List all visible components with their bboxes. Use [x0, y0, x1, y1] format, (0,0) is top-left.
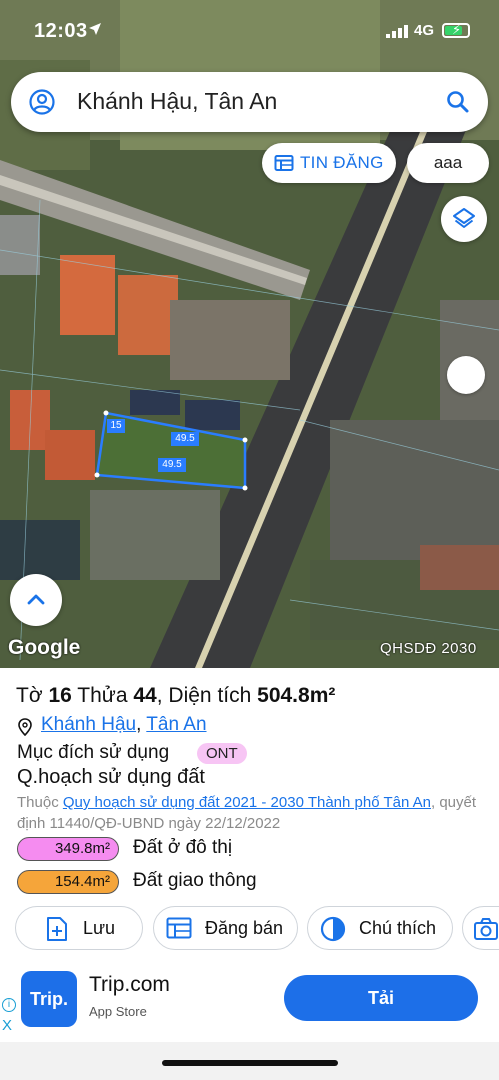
- location-pin-icon: [18, 718, 32, 736]
- ad-app-name: Trip.com: [89, 973, 170, 996]
- layers-button[interactable]: [441, 196, 487, 242]
- sheet-number: 16: [48, 684, 72, 707]
- legend-name: Đất giao thông: [133, 870, 257, 891]
- aaa-button[interactable]: aaa: [407, 143, 489, 183]
- location-arrow-icon: [89, 23, 101, 35]
- ward-link[interactable]: Khánh Hậu: [41, 714, 136, 735]
- city-link[interactable]: Tân An: [146, 714, 206, 735]
- tin-dang-button[interactable]: TIN ĐĂNG: [262, 143, 396, 183]
- purpose-label: Mục đích sử dụng: [17, 742, 170, 763]
- account-icon[interactable]: [29, 89, 55, 115]
- purpose-code-badge: ONT: [197, 743, 247, 764]
- map-view[interactable]: 15 49.5 49.5 12:03 4G ⚡ Khánh Hậu, Tân A…: [0, 0, 499, 668]
- camera-icon: [474, 918, 498, 940]
- status-bar: 12:03 4G ⚡: [0, 0, 499, 62]
- planning-title: Q.hoạch sử dụng đất: [17, 766, 205, 788]
- expand-up-button[interactable]: [10, 574, 62, 626]
- sheet-label: Tờ: [16, 684, 43, 707]
- battery-icon: ⚡: [442, 22, 470, 38]
- action-bar: Lưu Đăng bán Chú thích: [0, 906, 499, 950]
- camera-button[interactable]: [462, 906, 499, 950]
- legend-button[interactable]: Chú thích: [307, 906, 453, 950]
- area-value: 504.8m²: [257, 684, 336, 707]
- listing-icon: [274, 155, 294, 171]
- parcel-side-length: 15: [107, 419, 125, 433]
- legend-contrast-icon: [320, 916, 346, 942]
- legend-swatch: 349.8m²: [17, 837, 119, 861]
- signal-icon: [386, 25, 408, 38]
- locate-button[interactable]: [447, 356, 485, 394]
- search-icon[interactable]: [445, 89, 471, 115]
- plan-link[interactable]: Quy hoạch sử dụng đất 2021 - 2030 Thành …: [63, 794, 431, 811]
- ad-close-icon[interactable]: X: [2, 1017, 12, 1034]
- map-layer-name: QHSDĐ 2030: [380, 640, 477, 657]
- parcel-info-panel: Tờ 16 Thửa 44, Diện tích 504.8m² Khánh H…: [0, 668, 499, 968]
- plot-number: 44: [133, 684, 157, 707]
- save-button[interactable]: Lưu: [15, 906, 143, 950]
- network-type: 4G: [414, 22, 435, 39]
- parcel-title: Tờ 16 Thửa 44, Diện tích 504.8m²: [16, 684, 336, 707]
- ad-info-icon[interactable]: i: [2, 998, 16, 1012]
- planning-source: Thuộc Quy hoạch sử dụng đất 2021 - 2030 …: [17, 794, 477, 832]
- search-input[interactable]: Khánh Hậu, Tân An: [77, 88, 277, 115]
- area-label: Diện tích: [168, 684, 252, 707]
- ad-banner[interactable]: i X Trip. Trip.com App Store Tải: [0, 968, 499, 1042]
- tin-dang-label: TIN ĐĂNG: [300, 153, 384, 172]
- status-time: 12:03: [34, 20, 88, 42]
- home-indicator[interactable]: [162, 1060, 338, 1066]
- listing-icon: [166, 917, 192, 939]
- chevron-up-icon: [27, 594, 45, 605]
- post-sale-button[interactable]: Đăng bán: [153, 906, 298, 950]
- parcel-top-length: 49.5: [171, 432, 199, 446]
- plot-label: Thửa: [77, 684, 128, 707]
- ad-store-label: App Store: [89, 1004, 147, 1019]
- legend-label: Chú thích: [359, 918, 437, 938]
- ad-app-logo: Trip.: [21, 971, 77, 1027]
- ad-download-button[interactable]: Tải: [284, 975, 478, 1021]
- home-indicator-area: [0, 1042, 499, 1080]
- legend-swatch: 154.4m²: [17, 870, 119, 894]
- post-sale-label: Đăng bán: [205, 918, 284, 938]
- save-add-icon: [47, 917, 67, 941]
- save-label: Lưu: [83, 918, 116, 938]
- layers-icon: [453, 208, 475, 228]
- search-bar[interactable]: Khánh Hậu, Tân An: [11, 72, 488, 132]
- legend-name: Đất ở đô thị: [133, 837, 233, 858]
- parcel-bottom-length: 49.5: [158, 458, 186, 472]
- google-logo: Google: [8, 636, 81, 659]
